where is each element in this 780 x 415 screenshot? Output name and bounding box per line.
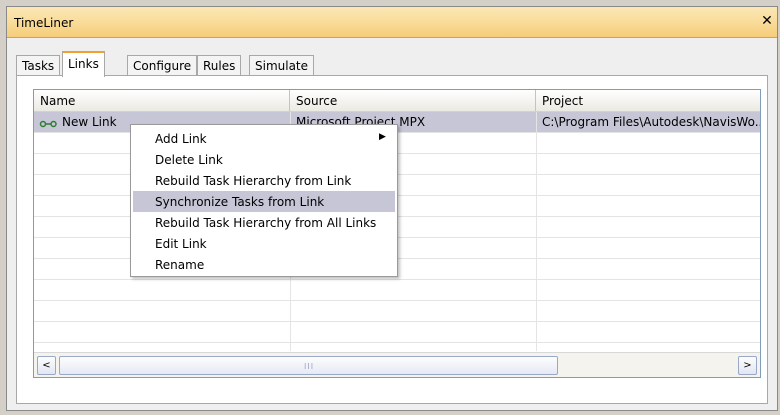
submenu-arrow-icon: ▶ [379, 132, 386, 142]
tab-links[interactable]: Links [62, 51, 105, 77]
tab-rules[interactable]: Rules [197, 55, 242, 76]
menu-item-edit-link[interactable]: Edit Link [133, 233, 395, 254]
menu-item-rebuild-all-links[interactable]: Rebuild Task Hierarchy from All Links [133, 212, 395, 233]
column-divider [536, 112, 537, 351]
menu-item-delete-link[interactable]: Delete Link [133, 149, 395, 170]
tab-tasks[interactable]: Tasks [16, 55, 61, 76]
column-header-source[interactable]: Source [290, 90, 536, 111]
horizontal-scrollbar[interactable]: < III > [34, 352, 760, 377]
menu-item-rebuild-task-hierarchy[interactable]: Rebuild Task Hierarchy from Link [133, 170, 395, 191]
title-bar[interactable]: TimeLiner ✕ [7, 7, 777, 38]
menu-item-rename[interactable]: Rename [133, 254, 395, 275]
scroll-right-button[interactable]: > [738, 356, 757, 375]
menu-item-label: Add Link [155, 132, 207, 146]
grip-icon: III [304, 362, 315, 371]
column-header-project[interactable]: Project [536, 90, 760, 111]
empty-table-row [34, 280, 760, 301]
tab-configure[interactable]: Configure [127, 55, 198, 76]
column-header-name[interactable]: Name [34, 90, 290, 111]
empty-table-row [34, 322, 760, 343]
menu-item-synchronize-tasks[interactable]: Synchronize Tasks from Link [133, 191, 395, 212]
scroll-left-button[interactable]: < [37, 356, 56, 375]
close-icon[interactable]: ✕ [759, 13, 775, 29]
context-menu: Add Link ▶ Delete Link Rebuild Task Hier… [130, 124, 398, 277]
menu-item-add-link[interactable]: Add Link ▶ [133, 128, 395, 149]
window-title: TimeLiner [14, 16, 74, 30]
scrollbar-thumb[interactable]: III [59, 356, 558, 375]
list-header: Name Source Project [34, 90, 760, 112]
link-project-cell: C:\Program Files\Autodesk\NavisWo... [542, 115, 760, 129]
tab-simulate[interactable]: Simulate [249, 55, 315, 76]
empty-table-row [34, 301, 760, 322]
